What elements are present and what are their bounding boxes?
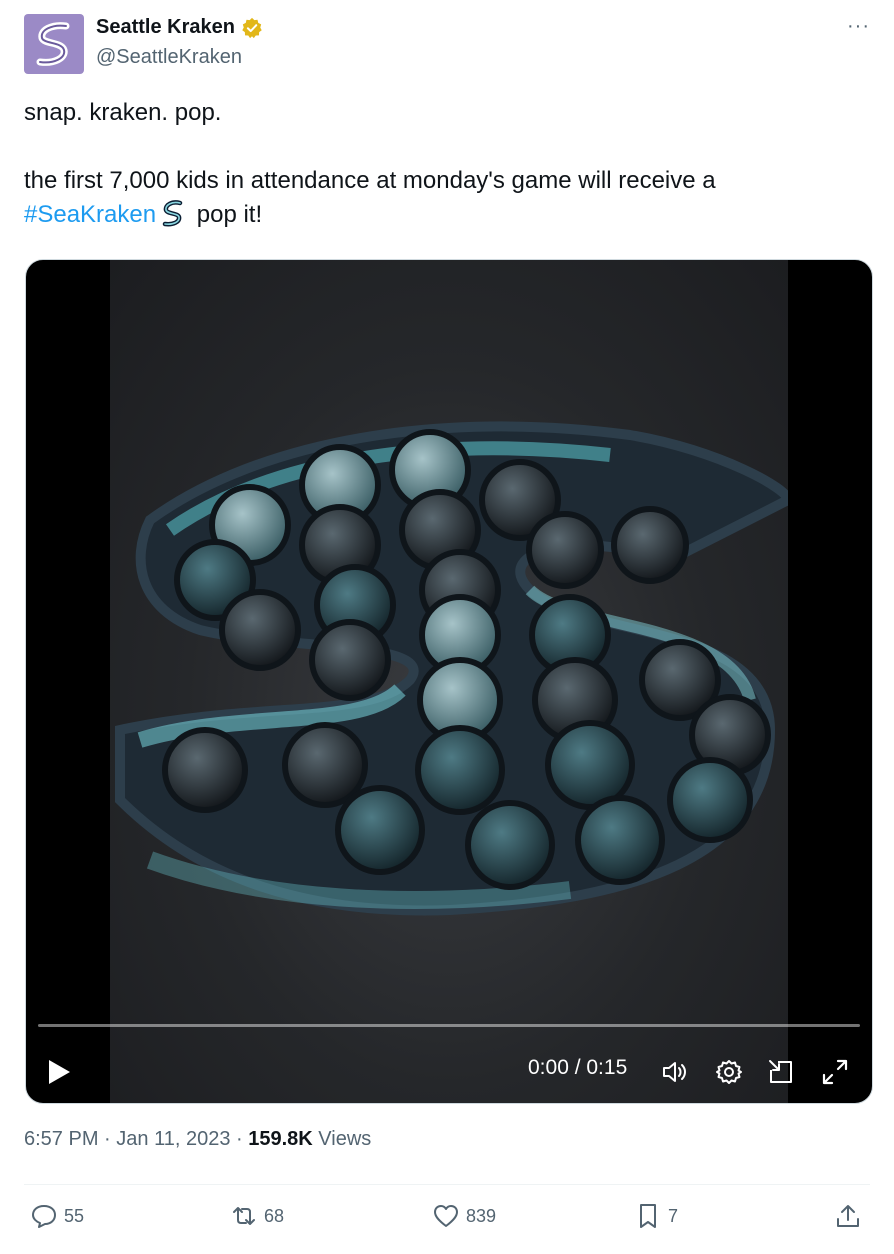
reply-icon bbox=[32, 1205, 56, 1228]
tweet-date[interactable]: Jan 11, 2023 bbox=[116, 1128, 230, 1150]
retweet-count: 68 bbox=[264, 1205, 285, 1226]
settings-button[interactable] bbox=[714, 1057, 744, 1087]
meta-separator-2: · bbox=[230, 1128, 249, 1150]
verified-badge-icon[interactable] bbox=[241, 17, 263, 39]
kraken-logo-icon bbox=[36, 22, 70, 66]
tweet-time[interactable]: 6:57 PM bbox=[24, 1128, 98, 1150]
video-still-image bbox=[115, 421, 788, 916]
tweet-text: snap. kraken. pop. the first 7,000 kids … bbox=[24, 96, 864, 232]
action-bar: 55 68 839 7 bbox=[24, 1192, 870, 1242]
divider-top bbox=[24, 1184, 870, 1185]
volume-icon bbox=[663, 1062, 686, 1082]
fullscreen-icon bbox=[822, 1059, 848, 1085]
meta-separator: · bbox=[98, 1128, 117, 1150]
retweet-icon bbox=[233, 1207, 255, 1225]
retweet-button[interactable]: 68 bbox=[230, 1202, 284, 1230]
fullscreen-button[interactable] bbox=[820, 1057, 850, 1087]
share-icon bbox=[837, 1205, 859, 1227]
kraken-hashflag-icon bbox=[162, 200, 183, 227]
bookmark-count: 7 bbox=[668, 1205, 679, 1226]
bookmark-button[interactable]: 7 bbox=[634, 1202, 678, 1230]
video-time: 0:00 / 0:15 bbox=[528, 1056, 628, 1079]
tweet-line-2: the first 7,000 kids in attendance at mo… bbox=[24, 167, 716, 194]
bookmark-icon bbox=[640, 1204, 656, 1228]
tweet-line-3: pop it! bbox=[190, 201, 263, 228]
reply-button[interactable]: 55 bbox=[30, 1202, 84, 1230]
tweet-metadata: 6:57 PM · Jan 11, 2023 · 159.8K Views bbox=[24, 1128, 371, 1151]
volume-button[interactable] bbox=[660, 1057, 690, 1087]
pip-icon bbox=[769, 1060, 792, 1083]
tweet-line-1: snap. kraken. pop. bbox=[24, 99, 222, 126]
settings-icon bbox=[716, 1060, 742, 1084]
user-handle[interactable]: @SeattleKraken bbox=[96, 46, 242, 69]
play-icon[interactable] bbox=[46, 1058, 72, 1086]
reply-count: 55 bbox=[64, 1205, 85, 1226]
video-frame[interactable] bbox=[110, 260, 788, 1103]
heart-icon bbox=[434, 1205, 458, 1227]
like-button[interactable]: 839 bbox=[432, 1202, 496, 1230]
video-progress-bar[interactable] bbox=[38, 1024, 860, 1027]
hashtag-link[interactable]: #SeaKraken bbox=[24, 201, 156, 228]
like-count: 839 bbox=[466, 1205, 497, 1226]
more-options-button[interactable]: ··· bbox=[847, 16, 870, 36]
avatar[interactable] bbox=[24, 14, 84, 74]
display-name[interactable]: Seattle Kraken bbox=[96, 16, 235, 39]
views-label: Views bbox=[312, 1128, 372, 1150]
share-button[interactable] bbox=[834, 1202, 868, 1230]
picture-in-picture-button[interactable] bbox=[766, 1057, 796, 1087]
video-player[interactable]: 0:00 / 0:15 bbox=[25, 259, 873, 1104]
views-count: 159.8K bbox=[248, 1128, 313, 1150]
